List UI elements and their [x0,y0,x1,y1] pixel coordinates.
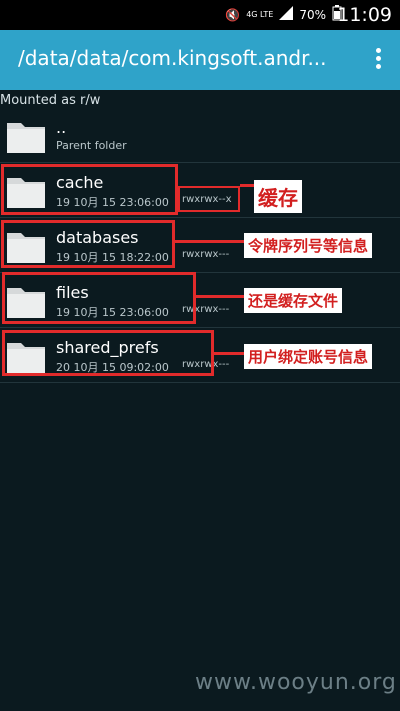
item-permissions: rwxrwx--- [182,249,230,260]
path-title: /data/data/com.kingsoft.andr... [18,46,327,70]
annotation-label: 还是缓存文件 [244,288,343,313]
network-type: 4G LTE [246,10,274,19]
app-bar: /data/data/com.kingsoft.andr... [0,30,400,90]
battery-percent: 70% [299,7,326,22]
folder-icon [7,123,45,153]
mount-status: Mounted as r/w [0,93,101,108]
clock: 11:09 [337,4,392,26]
overflow-menu-icon[interactable] [376,48,382,70]
status-bar: 🔇 4G LTE 70% 11:09 [0,0,400,30]
highlight-box-cache-perm [178,186,240,212]
item-name: .. [56,118,67,137]
annotation-connector [214,352,248,355]
list-item-parent[interactable]: .. Parent folder [0,108,400,163]
highlight-box-files [2,272,196,324]
highlight-box-shared-prefs [2,330,214,376]
annotation-label: 用户绑定账号信息 [244,344,373,369]
highlight-box-cache [1,164,178,215]
signal-icon [279,6,294,23]
item-subtitle: Parent folder [56,139,127,152]
watermark: www.wooyun.org [195,670,397,695]
annotation-label: 令牌序列号等信息 [244,233,373,258]
annotation-label: 缓存 [254,180,302,213]
status-icons: 🔇 4G LTE 70% [225,5,342,24]
annotation-connector [175,240,247,243]
annotation-connector [196,295,248,298]
mute-icon: 🔇 [225,7,241,22]
highlight-box-databases [1,220,175,268]
